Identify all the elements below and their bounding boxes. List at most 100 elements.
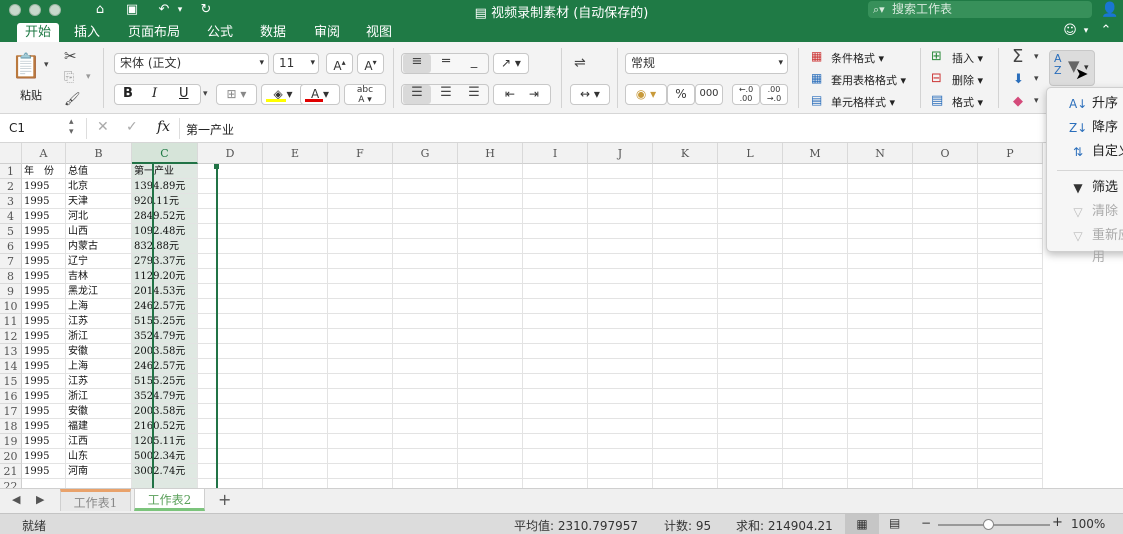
italic-button[interactable]: I <box>152 86 157 101</box>
cell[interactable] <box>198 209 263 224</box>
cell[interactable] <box>198 389 263 404</box>
cell[interactable] <box>913 314 978 329</box>
cell[interactable] <box>653 224 718 239</box>
cell[interactable] <box>263 329 328 344</box>
cell[interactable]: 浙江 <box>66 389 132 404</box>
cell[interactable] <box>783 389 848 404</box>
cell[interactable] <box>588 164 653 179</box>
cell[interactable] <box>458 479 523 488</box>
cell[interactable] <box>653 314 718 329</box>
align-middle-button[interactable]: ═ <box>432 54 460 69</box>
cell[interactable] <box>458 464 523 479</box>
cell[interactable]: 1995 <box>22 404 66 419</box>
cell[interactable]: 河南 <box>66 464 132 479</box>
cell[interactable] <box>263 164 328 179</box>
cell[interactable]: 年 份 <box>22 164 66 179</box>
cell[interactable] <box>978 269 1043 284</box>
cell[interactable] <box>328 419 393 434</box>
align-left-button[interactable]: ☰ <box>403 85 431 104</box>
cell[interactable] <box>913 479 978 488</box>
cell[interactable] <box>198 194 263 209</box>
cell[interactable] <box>523 404 588 419</box>
cell[interactable] <box>393 344 458 359</box>
cell[interactable] <box>328 359 393 374</box>
cell[interactable] <box>393 434 458 449</box>
cell[interactable]: 1205.11元 <box>132 434 198 449</box>
cell[interactable] <box>328 479 393 488</box>
cell[interactable] <box>22 479 66 488</box>
cell[interactable]: 山西 <box>66 224 132 239</box>
cell[interactable] <box>848 179 913 194</box>
cell[interactable] <box>198 464 263 479</box>
cell[interactable] <box>913 359 978 374</box>
cell[interactable] <box>978 194 1043 209</box>
cell[interactable]: 1995 <box>22 194 66 209</box>
cell[interactable]: 1995 <box>22 284 66 299</box>
cell[interactable] <box>913 254 978 269</box>
cell[interactable] <box>328 239 393 254</box>
cell[interactable] <box>978 179 1043 194</box>
cell[interactable]: 河北 <box>66 209 132 224</box>
fill-dropdown-icon[interactable]: ▾ <box>1034 74 1039 84</box>
cell[interactable] <box>653 284 718 299</box>
cell[interactable] <box>393 329 458 344</box>
cell[interactable] <box>458 389 523 404</box>
cell[interactable] <box>263 479 328 488</box>
cell[interactable]: 1995 <box>22 464 66 479</box>
column-header-p[interactable]: P <box>978 143 1043 164</box>
cancel-formula-icon[interactable]: ✕ <box>97 119 109 135</box>
cell[interactable] <box>393 359 458 374</box>
cell[interactable] <box>978 464 1043 479</box>
cell[interactable] <box>328 284 393 299</box>
cell[interactable] <box>393 194 458 209</box>
cell[interactable] <box>393 479 458 488</box>
cell[interactable] <box>848 269 913 284</box>
cell[interactable] <box>848 209 913 224</box>
cell[interactable] <box>913 284 978 299</box>
cell[interactable] <box>263 194 328 209</box>
cell[interactable] <box>328 314 393 329</box>
cell[interactable] <box>978 374 1043 389</box>
cell[interactable] <box>718 464 783 479</box>
cell[interactable]: 1995 <box>22 314 66 329</box>
cell[interactable]: 832.88元 <box>132 239 198 254</box>
cell[interactable] <box>913 239 978 254</box>
cell[interactable] <box>913 179 978 194</box>
cell[interactable] <box>978 164 1043 179</box>
cell[interactable]: 北京 <box>66 179 132 194</box>
prev-sheet-icon[interactable]: ◀ <box>12 493 20 506</box>
cell[interactable] <box>198 179 263 194</box>
custom-sort-item[interactable]: ⇅ 自定义 <box>1047 141 1123 163</box>
cell[interactable]: 1995 <box>22 434 66 449</box>
cell-style-button[interactable]: 单元格样式 ▾ <box>831 94 895 110</box>
cell[interactable] <box>913 194 978 209</box>
percent-button[interactable]: % <box>667 84 695 105</box>
cell[interactable] <box>523 389 588 404</box>
cell[interactable] <box>848 164 913 179</box>
cell[interactable] <box>978 329 1043 344</box>
row-header[interactable]: 4 <box>0 209 22 224</box>
cell[interactable] <box>653 374 718 389</box>
cell[interactable] <box>263 419 328 434</box>
cell[interactable] <box>263 314 328 329</box>
sheet-tab-2[interactable]: 工作表2 <box>134 489 205 511</box>
cell[interactable] <box>848 404 913 419</box>
cell[interactable] <box>848 434 913 449</box>
cell[interactable] <box>718 299 783 314</box>
cell[interactable] <box>458 254 523 269</box>
cell[interactable] <box>458 419 523 434</box>
table-format-button[interactable]: 套用表格格式 ▾ <box>831 72 906 88</box>
clear-eraser-icon[interactable]: ◆ <box>1013 94 1023 109</box>
cell[interactable]: 1995 <box>22 179 66 194</box>
cell[interactable] <box>653 179 718 194</box>
cell[interactable] <box>783 284 848 299</box>
cell[interactable] <box>393 449 458 464</box>
cell[interactable] <box>393 419 458 434</box>
cell[interactable]: 2003.58元 <box>132 344 198 359</box>
cell[interactable] <box>978 224 1043 239</box>
cell[interactable]: 江苏 <box>66 314 132 329</box>
cell[interactable] <box>718 269 783 284</box>
cell[interactable] <box>783 209 848 224</box>
cell[interactable] <box>783 344 848 359</box>
cell[interactable] <box>848 419 913 434</box>
